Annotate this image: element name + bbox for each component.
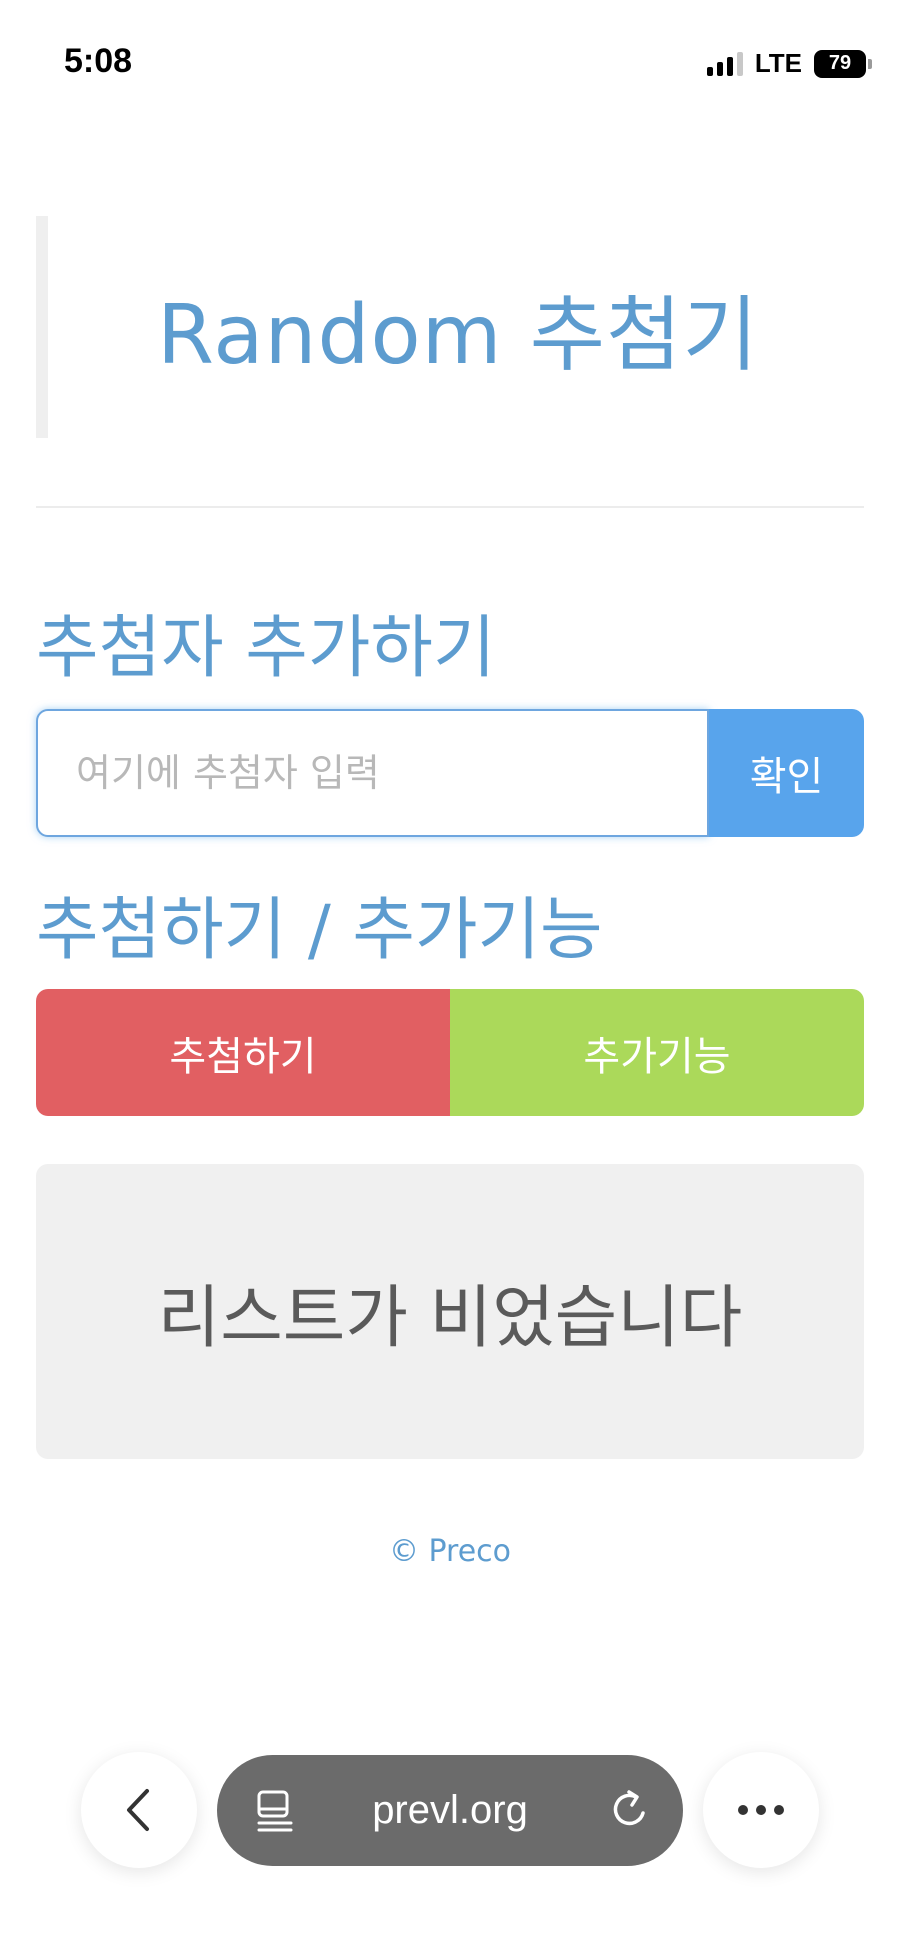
page: 5:08 LTE 79 Random 추첨기 추첨자 추가하기 확인 추첨하기 …: [0, 0, 900, 1949]
status-bar: 5:08 LTE 79: [0, 0, 900, 120]
reload-icon[interactable]: [607, 1787, 653, 1833]
back-button[interactable]: [81, 1752, 197, 1868]
signal-icon: [706, 51, 743, 76]
status-indicators: LTE 79: [706, 48, 872, 79]
entrant-name-input[interactable]: [36, 709, 709, 837]
extra-features-button[interactable]: 추가기능: [450, 989, 864, 1116]
more-icon: [738, 1805, 784, 1815]
add-entrant-heading: 추첨자 추가하기: [36, 609, 496, 688]
battery-level: 79: [814, 49, 866, 78]
confirm-button[interactable]: 확인: [709, 709, 864, 837]
add-entrant-form: 확인: [36, 709, 864, 837]
status-time: 5:08: [64, 42, 133, 80]
battery-icon: 79: [814, 49, 872, 78]
page-title: Random 추첨기: [157, 287, 759, 383]
browser-toolbar: prevl.org: [0, 1740, 900, 1880]
divider: [36, 506, 864, 508]
action-buttons: 추첨하기 추가기능: [36, 989, 864, 1116]
address-bar[interactable]: prevl.org: [217, 1755, 683, 1866]
entrant-list-panel: 리스트가 비었습니다: [36, 1164, 864, 1459]
back-icon: [127, 1789, 149, 1831]
more-button[interactable]: [703, 1752, 819, 1868]
empty-list-message: 리스트가 비었습니다: [157, 1279, 743, 1358]
network-label: LTE: [754, 48, 802, 78]
draw-section-heading: 추첨하기 / 추가기능: [36, 891, 603, 970]
footer-credit: © Preco: [388, 1534, 512, 1569]
draw-button[interactable]: 추첨하기: [36, 989, 450, 1116]
title-block: Random 추첨기: [36, 216, 864, 438]
